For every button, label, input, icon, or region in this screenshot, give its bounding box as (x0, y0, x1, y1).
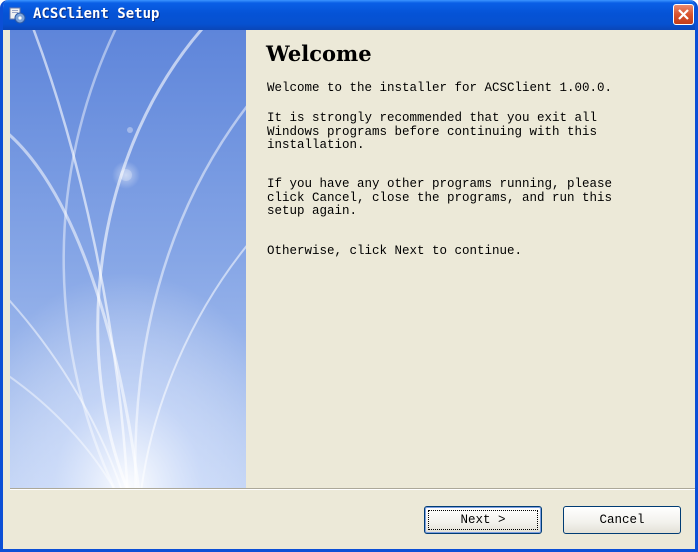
installer-icon (9, 7, 26, 24)
window-title: ACSClient Setup (33, 6, 160, 22)
close-button[interactable] (673, 4, 694, 25)
exit-programs-text: It is strongly recommended that you exit… (267, 111, 598, 152)
footer-separator (10, 488, 695, 490)
continue-instructions-text: Otherwise, click Next to continue. (267, 244, 523, 258)
setup-window: ACSClient Setup Welcome Welcome to the i… (0, 0, 698, 552)
cancel-button[interactable]: Cancel (563, 506, 681, 534)
wizard-sidebar-image (3, 18, 261, 501)
title-bar[interactable]: ACSClient Setup (3, 0, 695, 30)
next-button[interactable]: Next > (424, 506, 542, 534)
cancel-instructions-text: If you have any other programs running, … (267, 177, 613, 218)
cancel-button-label: Cancel (599, 513, 645, 527)
page-title: Welcome (266, 41, 372, 66)
welcome-panel: Welcome Welcome to the installer for ACS… (246, 30, 695, 488)
next-button-label: Next > (460, 513, 506, 527)
welcome-text: Welcome to the installer for ACSClient 1… (267, 81, 613, 95)
close-icon (678, 9, 689, 20)
